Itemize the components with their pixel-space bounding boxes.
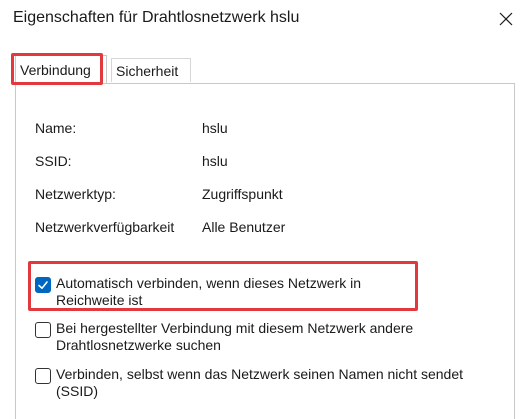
connect-hidden-ssid-checkbox[interactable] [35,368,51,384]
close-button[interactable] [486,4,526,34]
network-type-label: Netzwerktyp: [35,186,116,202]
auto-connect-option[interactable]: Automatisch verbinden, wenn dieses Netzw… [35,275,405,309]
titlebar: Eigenschaften für Drahtlosnetzwerk hslu [0,0,530,38]
name-label: Name: [35,120,77,136]
tab-sicherheit[interactable]: Sicherheit [111,58,191,82]
checkmark-icon [38,281,48,289]
ssid-value: hslu [202,153,228,169]
network-type-value: Zugriffspunkt [202,186,283,202]
availability-label: Netzwerkverfügbarkeit [35,219,175,235]
wireless-properties-dialog: Eigenschaften für Drahtlosnetzwerk hslu … [0,0,530,419]
search-other-networks-option[interactable]: Bei hergestellter Verbindung mit diesem … [35,320,505,354]
name-value: hslu [202,120,228,136]
ssid-label: SSID: [35,153,72,169]
tab-verbindung-label: Verbindung [20,61,91,78]
search-other-networks-checkbox[interactable] [35,322,51,338]
availability-value: Alle Benutzer [202,219,286,235]
window-title: Eigenschaften für Drahtlosnetzwerk hslu [13,9,300,26]
tab-sicherheit-label: Sicherheit [116,62,179,79]
close-icon [499,12,513,26]
connect-hidden-ssid-label: Verbinden, selbst wenn das Netzwerk sein… [56,366,464,399]
tab-verbindung[interactable]: Verbindung [15,55,107,83]
connect-hidden-ssid-option[interactable]: Verbinden, selbst wenn das Netzwerk sein… [35,366,475,400]
search-other-networks-label: Bei hergestellter Verbindung mit diesem … [56,320,414,353]
auto-connect-checkbox[interactable] [35,277,51,293]
auto-connect-label: Automatisch verbinden, wenn dieses Netzw… [56,275,362,308]
